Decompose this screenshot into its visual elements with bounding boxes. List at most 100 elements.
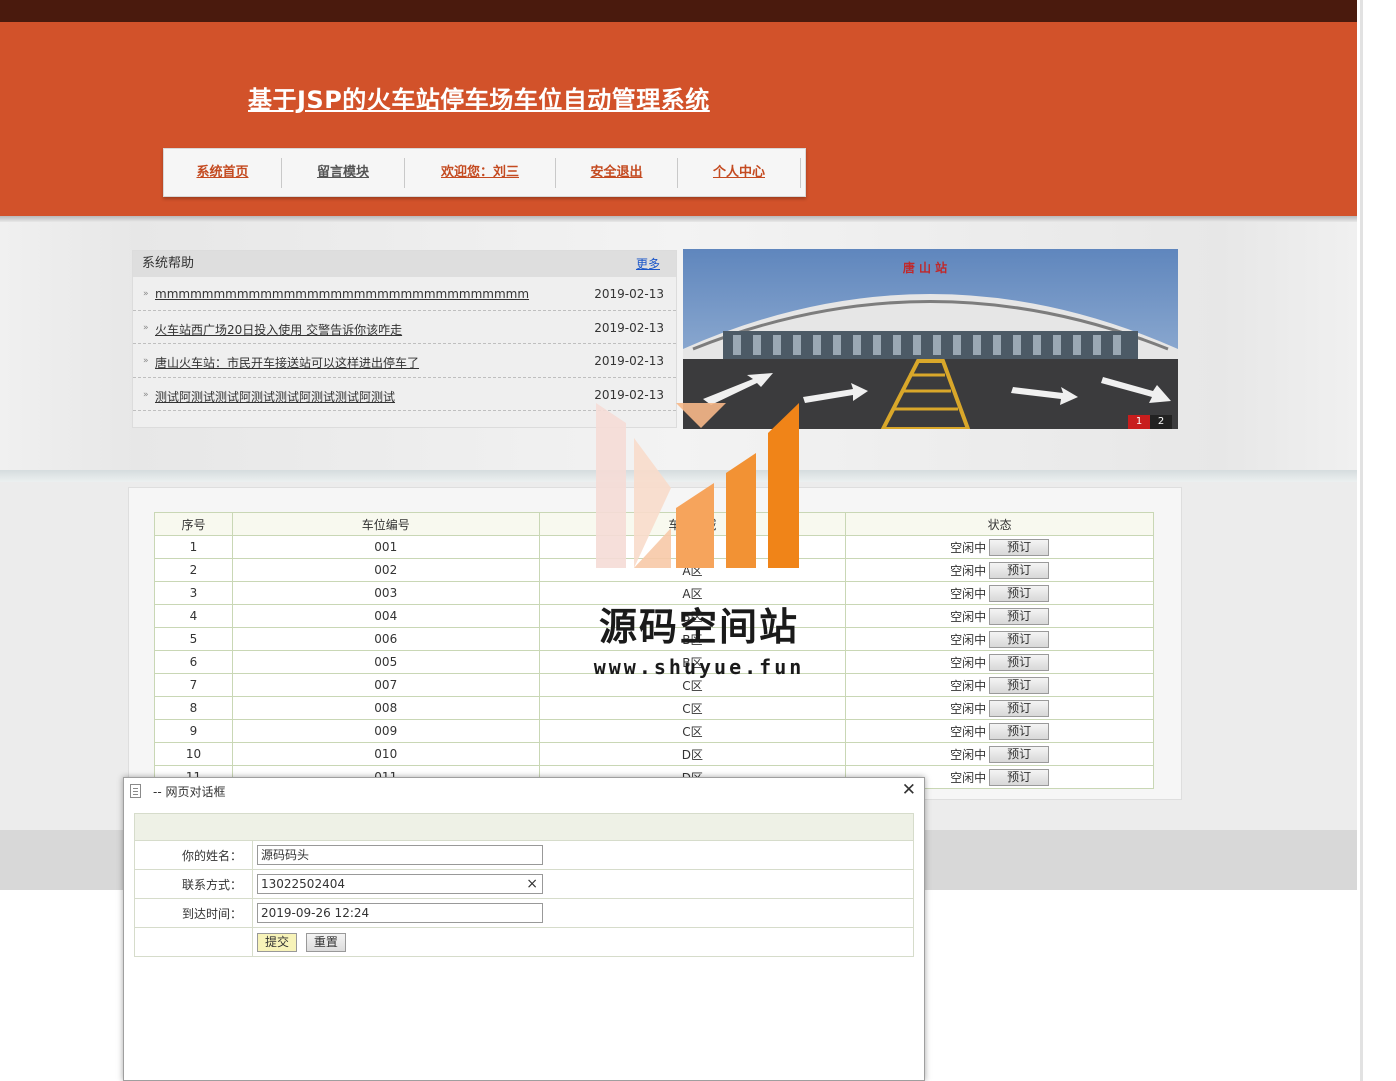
site-title[interactable]: 基于JSP的火车站停车场车位自动管理系统: [248, 80, 710, 115]
book-button[interactable]: 预订: [989, 561, 1050, 579]
book-button[interactable]: 预订: [989, 722, 1050, 740]
row-status-cell: 空闲中 预订: [845, 719, 1154, 743]
dialog-titlebar: -- 网页对话框 ✕: [124, 778, 924, 803]
nav-messages[interactable]: 留言模块: [282, 149, 404, 196]
table-row: 4 004 B区 空闲中 预订: [154, 604, 1154, 628]
row-no: 6: [154, 650, 233, 674]
nav-profile[interactable]: 个人中心: [678, 149, 800, 196]
row-no: 3: [154, 581, 233, 605]
row-no: 9: [154, 719, 233, 743]
main-nav: 系统首页 留言模块 欢迎您：刘三 安全退出 个人中心: [163, 148, 806, 197]
row-code: 004: [231, 604, 540, 628]
row-status-cell: 空闲中 预订: [845, 558, 1154, 582]
book-button[interactable]: 预订: [989, 768, 1050, 786]
row-status-cell: 空闲中 预订: [845, 650, 1154, 674]
row-status: 空闲中: [950, 586, 987, 601]
row-status: 空闲中: [950, 701, 987, 716]
book-button[interactable]: 预订: [989, 699, 1050, 717]
reset-button[interactable]: 重置: [305, 932, 346, 952]
contact-label: 联系方式：: [134, 869, 253, 899]
top-bar: [0, 0, 1357, 22]
nav-welcome-user[interactable]: 欢迎您：刘三: [405, 149, 555, 196]
row-area: C区: [538, 673, 847, 697]
nav-home[interactable]: 系统首页: [164, 149, 281, 196]
table-row: 10 010 D区 空闲中 预订: [154, 742, 1154, 766]
double-chevron-icon: »: [143, 389, 149, 400]
row-code: 005: [231, 650, 540, 674]
row-area: B区: [538, 627, 847, 651]
help-item-link[interactable]: 测试阿测试测试阿测试测试阿测试测试阿测试: [155, 388, 395, 405]
row-area: B区: [538, 604, 847, 628]
help-item: » 测试阿测试测试阿测试测试阿测试测试阿测试 2019-02-13: [133, 378, 676, 411]
row-status-cell: 空闲中 预订: [845, 673, 1154, 697]
row-status-cell: 空闲中 预订: [845, 696, 1154, 720]
help-item-link[interactable]: 火车站西广场20日投入使用 交警告诉你该咋走: [155, 321, 402, 338]
scrollbar-track[interactable]: [1360, 0, 1363, 1081]
row-code: 002: [231, 558, 540, 582]
help-item-date: 2019-02-13: [594, 387, 664, 402]
double-chevron-icon: »: [143, 356, 149, 366]
help-title: 系统帮助: [142, 256, 195, 271]
col-header-code: 车位编号: [231, 512, 540, 536]
row-code: 001: [231, 535, 540, 559]
row-area: A区: [538, 535, 847, 559]
nav-divider: [800, 158, 801, 188]
table-row: 1 001 A区 空闲中 预订: [154, 535, 1154, 559]
table-body: 1 001 A区 空闲中 预订 2 002 A区 空闲中 预订 3 003 A区 空闲中 预订 4 004 B区空…: [154, 535, 1154, 789]
help-item-link[interactable]: 唐山火车站：市民开车接送站可以这样进出停车了: [155, 354, 419, 371]
banner-page-1[interactable]: 1: [1128, 415, 1150, 429]
table-header-row: 序号 车位编号 车位区域 状态: [154, 512, 1154, 536]
nav-logout[interactable]: 安全退出: [556, 149, 677, 196]
help-item: » 火车站西广场20日投入使用 交警告诉你该咋走 2019-02-13: [133, 311, 676, 344]
col-header-area: 车位区域: [538, 512, 847, 536]
row-status-cell: 空闲中 预订: [845, 627, 1154, 651]
help-item-link[interactable]: mmmmmmmmmmmmmmmmmmmmmmmmmmmmmmmm: [155, 287, 529, 301]
row-status: 空闲中: [950, 724, 987, 739]
col-header-no: 序号: [154, 512, 233, 536]
close-icon[interactable]: ✕: [902, 780, 916, 800]
book-button[interactable]: 预订: [989, 607, 1050, 625]
book-button[interactable]: 预订: [989, 676, 1050, 694]
row-status-cell: 空闲中 预订: [845, 535, 1154, 559]
booking-form: 你的姓名： 源码码头 联系方式： 13022502404 × 到达时间： 2019…: [134, 813, 914, 957]
name-label: 你的姓名：: [134, 840, 253, 870]
name-input[interactable]: 源码码头: [257, 845, 543, 865]
station-photo: 唐 山 站: [683, 249, 1178, 429]
row-no: 7: [154, 673, 233, 697]
book-button[interactable]: 预订: [989, 538, 1050, 556]
double-chevron-icon: »: [143, 289, 149, 299]
arrival-time-input[interactable]: 2019-09-26 12:24: [257, 903, 543, 923]
row-status: 空闲中: [950, 747, 987, 762]
book-button[interactable]: 预订: [989, 653, 1050, 671]
table-row: 9 009 C区 空闲中 预订: [154, 719, 1154, 743]
book-button[interactable]: 预订: [989, 745, 1050, 763]
table-row: 5 006 B区 空闲中 预订: [154, 627, 1154, 651]
station-banner-image[interactable]: 唐 山 站 1 2: [683, 249, 1178, 429]
row-no: 1: [154, 535, 233, 559]
arrival-label: 到达时间：: [134, 898, 253, 928]
book-button[interactable]: 预订: [989, 630, 1050, 648]
row-status-cell: 空闲中 预订: [845, 604, 1154, 628]
table-row: 7 007 C区 空闲中 预订: [154, 673, 1154, 697]
form-row-actions: 提交 重置: [134, 927, 914, 957]
clear-input-icon[interactable]: ×: [526, 875, 538, 893]
right-gutter: [1357, 0, 1396, 1081]
row-status-cell: 空闲中 预订: [845, 742, 1154, 766]
row-code: 009: [231, 719, 540, 743]
banner-page-2[interactable]: 2: [1150, 415, 1172, 429]
row-no: 8: [154, 696, 233, 720]
row-no: 2: [154, 558, 233, 582]
submit-button[interactable]: 提交: [257, 932, 298, 952]
dialog-title: -- 网页对话框: [153, 785, 226, 799]
help-more-link[interactable]: 更多: [636, 251, 660, 277]
row-code: 006: [231, 627, 540, 651]
contact-value: 13022502404: [261, 877, 345, 891]
row-status: 空闲中: [950, 655, 987, 670]
row-status: 空闲中: [950, 540, 987, 555]
row-status: 空闲中: [950, 609, 987, 624]
row-area: B区: [538, 650, 847, 674]
book-button[interactable]: 预订: [989, 584, 1050, 602]
help-panel: 系统帮助 更多 » mmmmmmmmmmmmmmmmmmmmmmmmmmmmmm…: [132, 250, 677, 428]
contact-input[interactable]: 13022502404 ×: [257, 874, 543, 894]
row-area: C区: [538, 696, 847, 720]
